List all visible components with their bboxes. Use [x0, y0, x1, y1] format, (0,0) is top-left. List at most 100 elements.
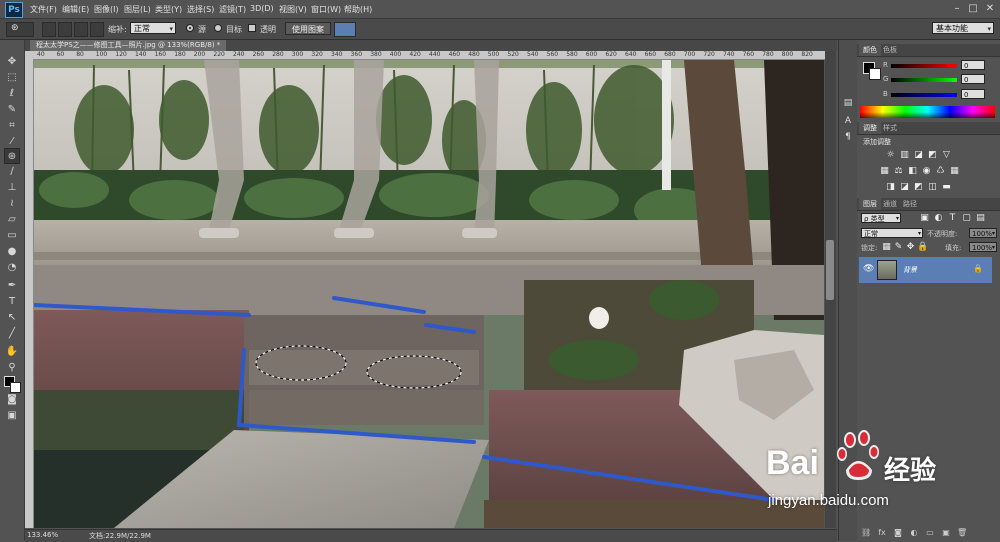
destination-radio[interactable]: [214, 24, 222, 32]
threshold-icon[interactable]: ◩: [913, 182, 924, 193]
b-value-field[interactable]: 0: [961, 89, 985, 99]
lasso-tool-icon[interactable]: ℓ: [4, 86, 20, 102]
photo-filter-icon[interactable]: ◉: [921, 166, 932, 177]
link-layers-icon[interactable]: ⛓: [861, 528, 871, 538]
invert-icon[interactable]: ◨: [885, 182, 896, 193]
tab-paths[interactable]: 路径: [899, 198, 921, 210]
brightness-icon[interactable]: ☼: [885, 150, 896, 161]
dodge-tool-icon[interactable]: ◔: [4, 260, 20, 276]
subtract-selection-icon[interactable]: [74, 22, 88, 37]
close-icon[interactable]: ✕: [983, 2, 997, 15]
menu-file[interactable]: 文件(F): [30, 4, 57, 15]
filter-type-icon[interactable]: T: [947, 213, 958, 224]
zoom-tool-icon[interactable]: ⚲: [4, 360, 20, 376]
menu-type[interactable]: 类型(Y): [155, 4, 182, 15]
new-selection-icon[interactable]: [42, 22, 56, 37]
workspace-select[interactable]: 基本功能: [932, 22, 994, 35]
history-brush-tool-icon[interactable]: ≀: [4, 196, 20, 212]
eraser-tool-icon[interactable]: ▱: [4, 212, 20, 228]
type-tool-icon[interactable]: T: [4, 294, 20, 310]
marquee-tool-icon[interactable]: ⬚: [4, 70, 20, 86]
paragraph-panel-icon[interactable]: ¶: [842, 132, 854, 144]
gradient-map-icon[interactable]: ▬: [941, 182, 952, 193]
layer-mask-icon[interactable]: ◙: [893, 528, 903, 538]
color-balance-icon[interactable]: ⚖: [893, 166, 904, 177]
path-select-tool-icon[interactable]: ↖: [4, 310, 20, 326]
blur-tool-icon[interactable]: ●: [4, 244, 20, 260]
patch-mode-select[interactable]: 正常: [130, 22, 176, 35]
filter-shape-icon[interactable]: ▢: [961, 213, 972, 224]
layer-row-background[interactable]: 👁 背景 🔒: [859, 257, 992, 283]
source-radio[interactable]: [186, 24, 194, 32]
clone-stamp-tool-icon[interactable]: ⊥: [4, 180, 20, 196]
menu-3d[interactable]: 3D(D): [250, 4, 274, 13]
lock-position-icon[interactable]: ✥: [905, 242, 916, 253]
filter-smart-icon[interactable]: ▤: [975, 213, 986, 224]
r-value-field[interactable]: 0: [961, 60, 985, 70]
filter-pixel-icon[interactable]: ▣: [919, 213, 930, 224]
layer-kind-filter[interactable]: ρ 类型: [861, 213, 901, 224]
quick-select-tool-icon[interactable]: ✎: [4, 102, 20, 118]
crop-tool-icon[interactable]: ⌗: [4, 118, 20, 134]
bg-color-chip[interactable]: [869, 68, 881, 80]
lock-pixels-icon[interactable]: ✎: [893, 242, 904, 253]
levels-icon[interactable]: ▥: [899, 150, 910, 161]
lock-transparent-icon[interactable]: ▦: [881, 242, 892, 253]
patch-tool-icon[interactable]: ⊛: [4, 148, 20, 164]
layer-style-icon[interactable]: fx: [877, 528, 887, 538]
quick-mask-icon[interactable]: ◙: [4, 392, 20, 408]
gradient-tool-icon[interactable]: ▭: [4, 228, 20, 244]
black-white-icon[interactable]: ◧: [907, 166, 918, 177]
hand-tool-icon[interactable]: ✋: [4, 344, 20, 360]
tab-color[interactable]: 颜色: [859, 44, 881, 56]
move-tool-icon[interactable]: ✥: [4, 54, 20, 70]
eye-icon[interactable]: 👁: [863, 264, 874, 274]
minimize-icon[interactable]: –: [950, 2, 964, 15]
use-pattern-button[interactable]: 使用图案: [285, 22, 331, 35]
delete-layer-icon[interactable]: 🗑: [957, 528, 967, 538]
new-adjustment-icon[interactable]: ◐: [909, 528, 919, 538]
zoom-level[interactable]: 133.46%: [27, 531, 58, 539]
pattern-picker[interactable]: [334, 22, 356, 37]
maximize-icon[interactable]: □: [966, 2, 980, 15]
tab-layers[interactable]: 图层: [859, 198, 881, 210]
intersect-selection-icon[interactable]: [90, 22, 104, 37]
fill-field[interactable]: 100%: [969, 242, 997, 253]
scrollbar-thumb[interactable]: [826, 240, 834, 300]
brush-tool-icon[interactable]: ∕: [4, 164, 20, 180]
menu-image[interactable]: 图像(I): [94, 4, 119, 15]
lock-all-icon[interactable]: 🔒: [917, 242, 928, 253]
menu-window[interactable]: 窗口(W): [311, 4, 341, 15]
tab-styles[interactable]: 样式: [879, 122, 901, 134]
tab-adjustments[interactable]: 调整: [859, 122, 881, 134]
history-panel-icon[interactable]: ▤: [842, 98, 854, 110]
hue-saturation-icon[interactable]: ▦: [879, 166, 890, 177]
color-lookup-icon[interactable]: ▦: [949, 166, 960, 177]
r-slider[interactable]: [891, 64, 957, 68]
menu-select[interactable]: 选择(S): [187, 4, 214, 15]
transparent-checkbox[interactable]: [248, 24, 256, 32]
new-group-icon[interactable]: ▭: [925, 528, 935, 538]
document-tab[interactable]: 程太太学PS之——修图工具—照片.jpg @ 133%(RGB/8) *: [30, 40, 227, 51]
menu-layer[interactable]: 图层(L): [124, 4, 151, 15]
add-selection-icon[interactable]: [58, 22, 72, 37]
selective-color-icon[interactable]: ◫: [927, 182, 938, 193]
menu-view[interactable]: 视图(V): [279, 4, 307, 15]
posterize-icon[interactable]: ◪: [899, 182, 910, 193]
b-slider[interactable]: [891, 93, 957, 97]
new-layer-icon[interactable]: ▣: [941, 528, 951, 538]
opacity-field[interactable]: 100%: [969, 228, 997, 239]
blend-mode-select[interactable]: 正常: [861, 228, 923, 239]
menu-help[interactable]: 帮助(H): [344, 4, 372, 15]
menu-filter[interactable]: 滤镜(T): [219, 4, 246, 15]
pen-tool-icon[interactable]: ✒: [4, 278, 20, 294]
curves-icon[interactable]: ◪: [913, 150, 924, 161]
character-panel-icon[interactable]: A: [842, 116, 854, 128]
layer-name[interactable]: 背景: [903, 265, 917, 275]
tool-preset-picker[interactable]: ⊛: [6, 22, 34, 37]
g-value-field[interactable]: 0: [961, 74, 985, 84]
menu-edit[interactable]: 编辑(E): [62, 4, 89, 15]
tab-channels[interactable]: 通道: [879, 198, 901, 210]
g-slider[interactable]: [891, 78, 957, 82]
image-canvas[interactable]: [34, 60, 824, 528]
